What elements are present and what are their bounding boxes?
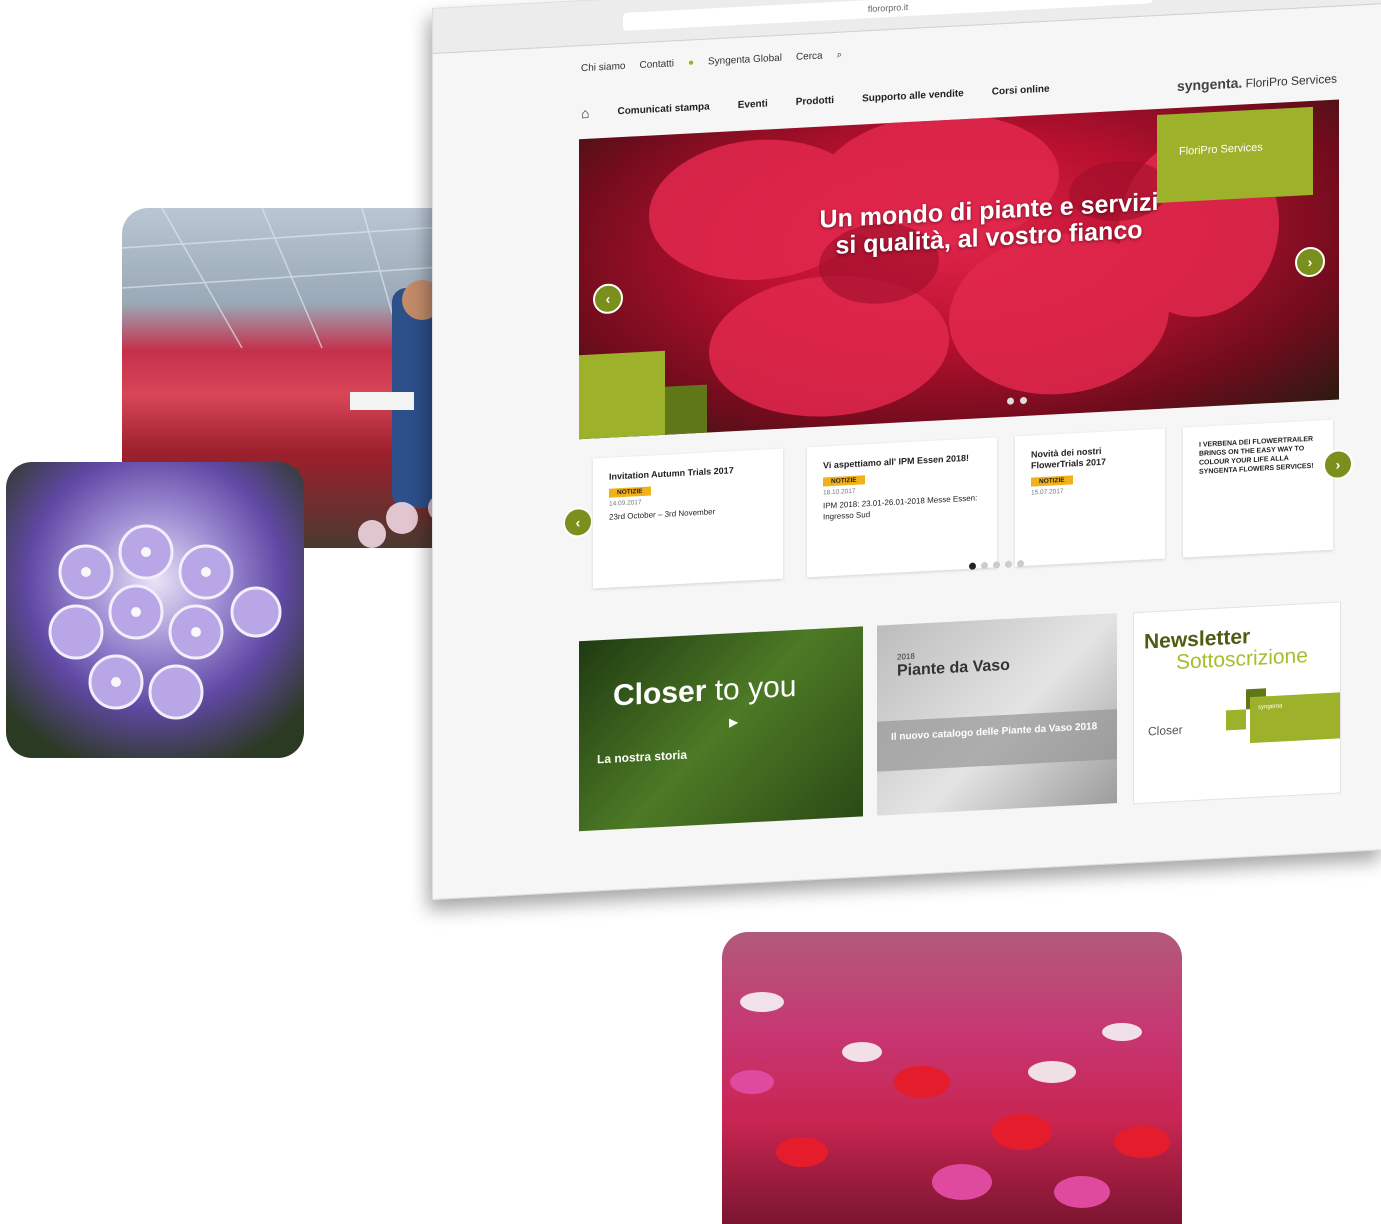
promo-story-label: La nostra storia	[597, 747, 688, 767]
hero-badge: FloriPro Services	[1157, 106, 1313, 204]
promo-newsletter[interactable]: Newsletter Sottoscrizione Closer syngent…	[1133, 601, 1341, 805]
hero-dot[interactable]	[1007, 397, 1014, 405]
news-card[interactable]: Invitation Autumn Trials 2017 NOTIZIE 14…	[593, 448, 783, 589]
news-card-title: Vi aspettiamo all' IPM Essen 2018!	[823, 452, 970, 471]
chevron-right-icon[interactable]: ›	[1323, 448, 1353, 481]
brand-service: FloriPro Services	[1245, 71, 1337, 91]
search-icon[interactable]: ⌕	[837, 50, 843, 61]
nav-comunicati-stampa[interactable]: Comunicati stampa	[617, 101, 709, 117]
news-card[interactable]: Vi aspettiamo all' IPM Essen 2018! NOTIZ…	[807, 437, 997, 578]
verbena-photo	[6, 462, 304, 758]
news-body: IPM 2018: 23.01-26.01-2018 Messe Essen: …	[823, 493, 978, 522]
play-icon[interactable]: ▶	[729, 714, 749, 735]
accent-square-dark	[665, 384, 707, 435]
home-icon[interactable]: ⌂	[581, 105, 589, 121]
catalog-subtitle: Il nuovo catalogo delle Piante da Vaso 2…	[877, 709, 1117, 772]
news-carousel: ‹ Invitation Autumn Trials 2017 NOTIZIE …	[563, 419, 1353, 599]
util-link-cerca[interactable]: Cerca	[796, 51, 823, 63]
hero-carousel: Un mondo di piante e servizi si qualità,…	[579, 99, 1339, 440]
brand-name: syngenta.	[1176, 74, 1243, 94]
nav-eventi[interactable]: Eventi	[738, 98, 768, 111]
promo-story-headline: Closer to you	[613, 670, 796, 714]
news-card-title: Invitation Autumn Trials 2017	[609, 465, 734, 482]
news-tag: NOTIZIE	[609, 486, 651, 498]
news-card-title: Novità dei nostri FlowerTrials 2017	[1031, 445, 1107, 471]
news-card[interactable]: I VERBENA DEI FLOWERTRAILER BRINGS ON TH…	[1183, 419, 1333, 558]
news-dot[interactable]	[1017, 559, 1024, 568]
news-dot[interactable]	[969, 562, 976, 570]
hero-dot[interactable]	[1020, 396, 1027, 405]
chevron-left-icon[interactable]: ‹	[563, 506, 593, 539]
news-dot[interactable]	[981, 561, 988, 570]
cyclamen-field-illustration	[730, 992, 1170, 1208]
accent-square	[579, 350, 665, 440]
flower-cluster-illustration	[48, 524, 282, 720]
catalog-year: 2018	[897, 651, 915, 662]
accent-square	[1226, 709, 1246, 731]
cyclamen-photo	[722, 932, 1182, 1224]
promo-story[interactable]: Closer to you ▶ La nostra storia	[579, 626, 863, 832]
news-dot[interactable]	[993, 561, 1000, 569]
brand-logo[interactable]: syngenta. FloriPro Services	[1177, 70, 1337, 94]
newsletter-closer: Closer	[1148, 722, 1183, 739]
main-nav: ⌂ Comunicati stampa Eventi Prodotti Supp…	[581, 81, 1050, 121]
globe-icon: ●	[687, 57, 694, 69]
browser-toolbar: flororpro.it	[433, 0, 1381, 54]
address-bar[interactable]: flororpro.it	[623, 0, 1153, 31]
closer-text: Closer	[613, 674, 707, 713]
util-link-syngenta-global[interactable]: Syngenta Global	[708, 53, 782, 68]
nav-prodotti[interactable]: Prodotti	[796, 94, 834, 107]
promo-catalog[interactable]: 2018 Piante da Vaso Il nuovo catalogo de…	[877, 613, 1117, 816]
news-card[interactable]: Novità dei nostri FlowerTrials 2017 NOTI…	[1015, 428, 1165, 567]
util-link-chi-siamo[interactable]: Chi siamo	[581, 61, 625, 74]
utility-nav: Chi siamo Contatti ● Syngenta Global Cer…	[581, 50, 842, 75]
news-card-title: I VERBENA DEI FLOWERTRAILER BRINGS ON TH…	[1199, 435, 1314, 476]
hero-pagination	[1007, 396, 1027, 405]
news-pagination	[969, 559, 1024, 570]
nav-corsi-online[interactable]: Corsi online	[992, 83, 1050, 97]
newsletter-brand-box: syngenta	[1250, 692, 1340, 744]
browser-window: flororpro.it Chi siamo Contatti ● Syngen…	[432, 0, 1381, 901]
util-link-contatti[interactable]: Contatti	[639, 58, 673, 71]
nav-supporto-vendite[interactable]: Supporto alle vendite	[862, 88, 964, 104]
news-dot[interactable]	[1005, 560, 1012, 568]
news-tag: NOTIZIE	[823, 475, 865, 487]
news-tag: NOTIZIE	[1031, 475, 1073, 487]
to-you-text: to you	[714, 669, 797, 708]
